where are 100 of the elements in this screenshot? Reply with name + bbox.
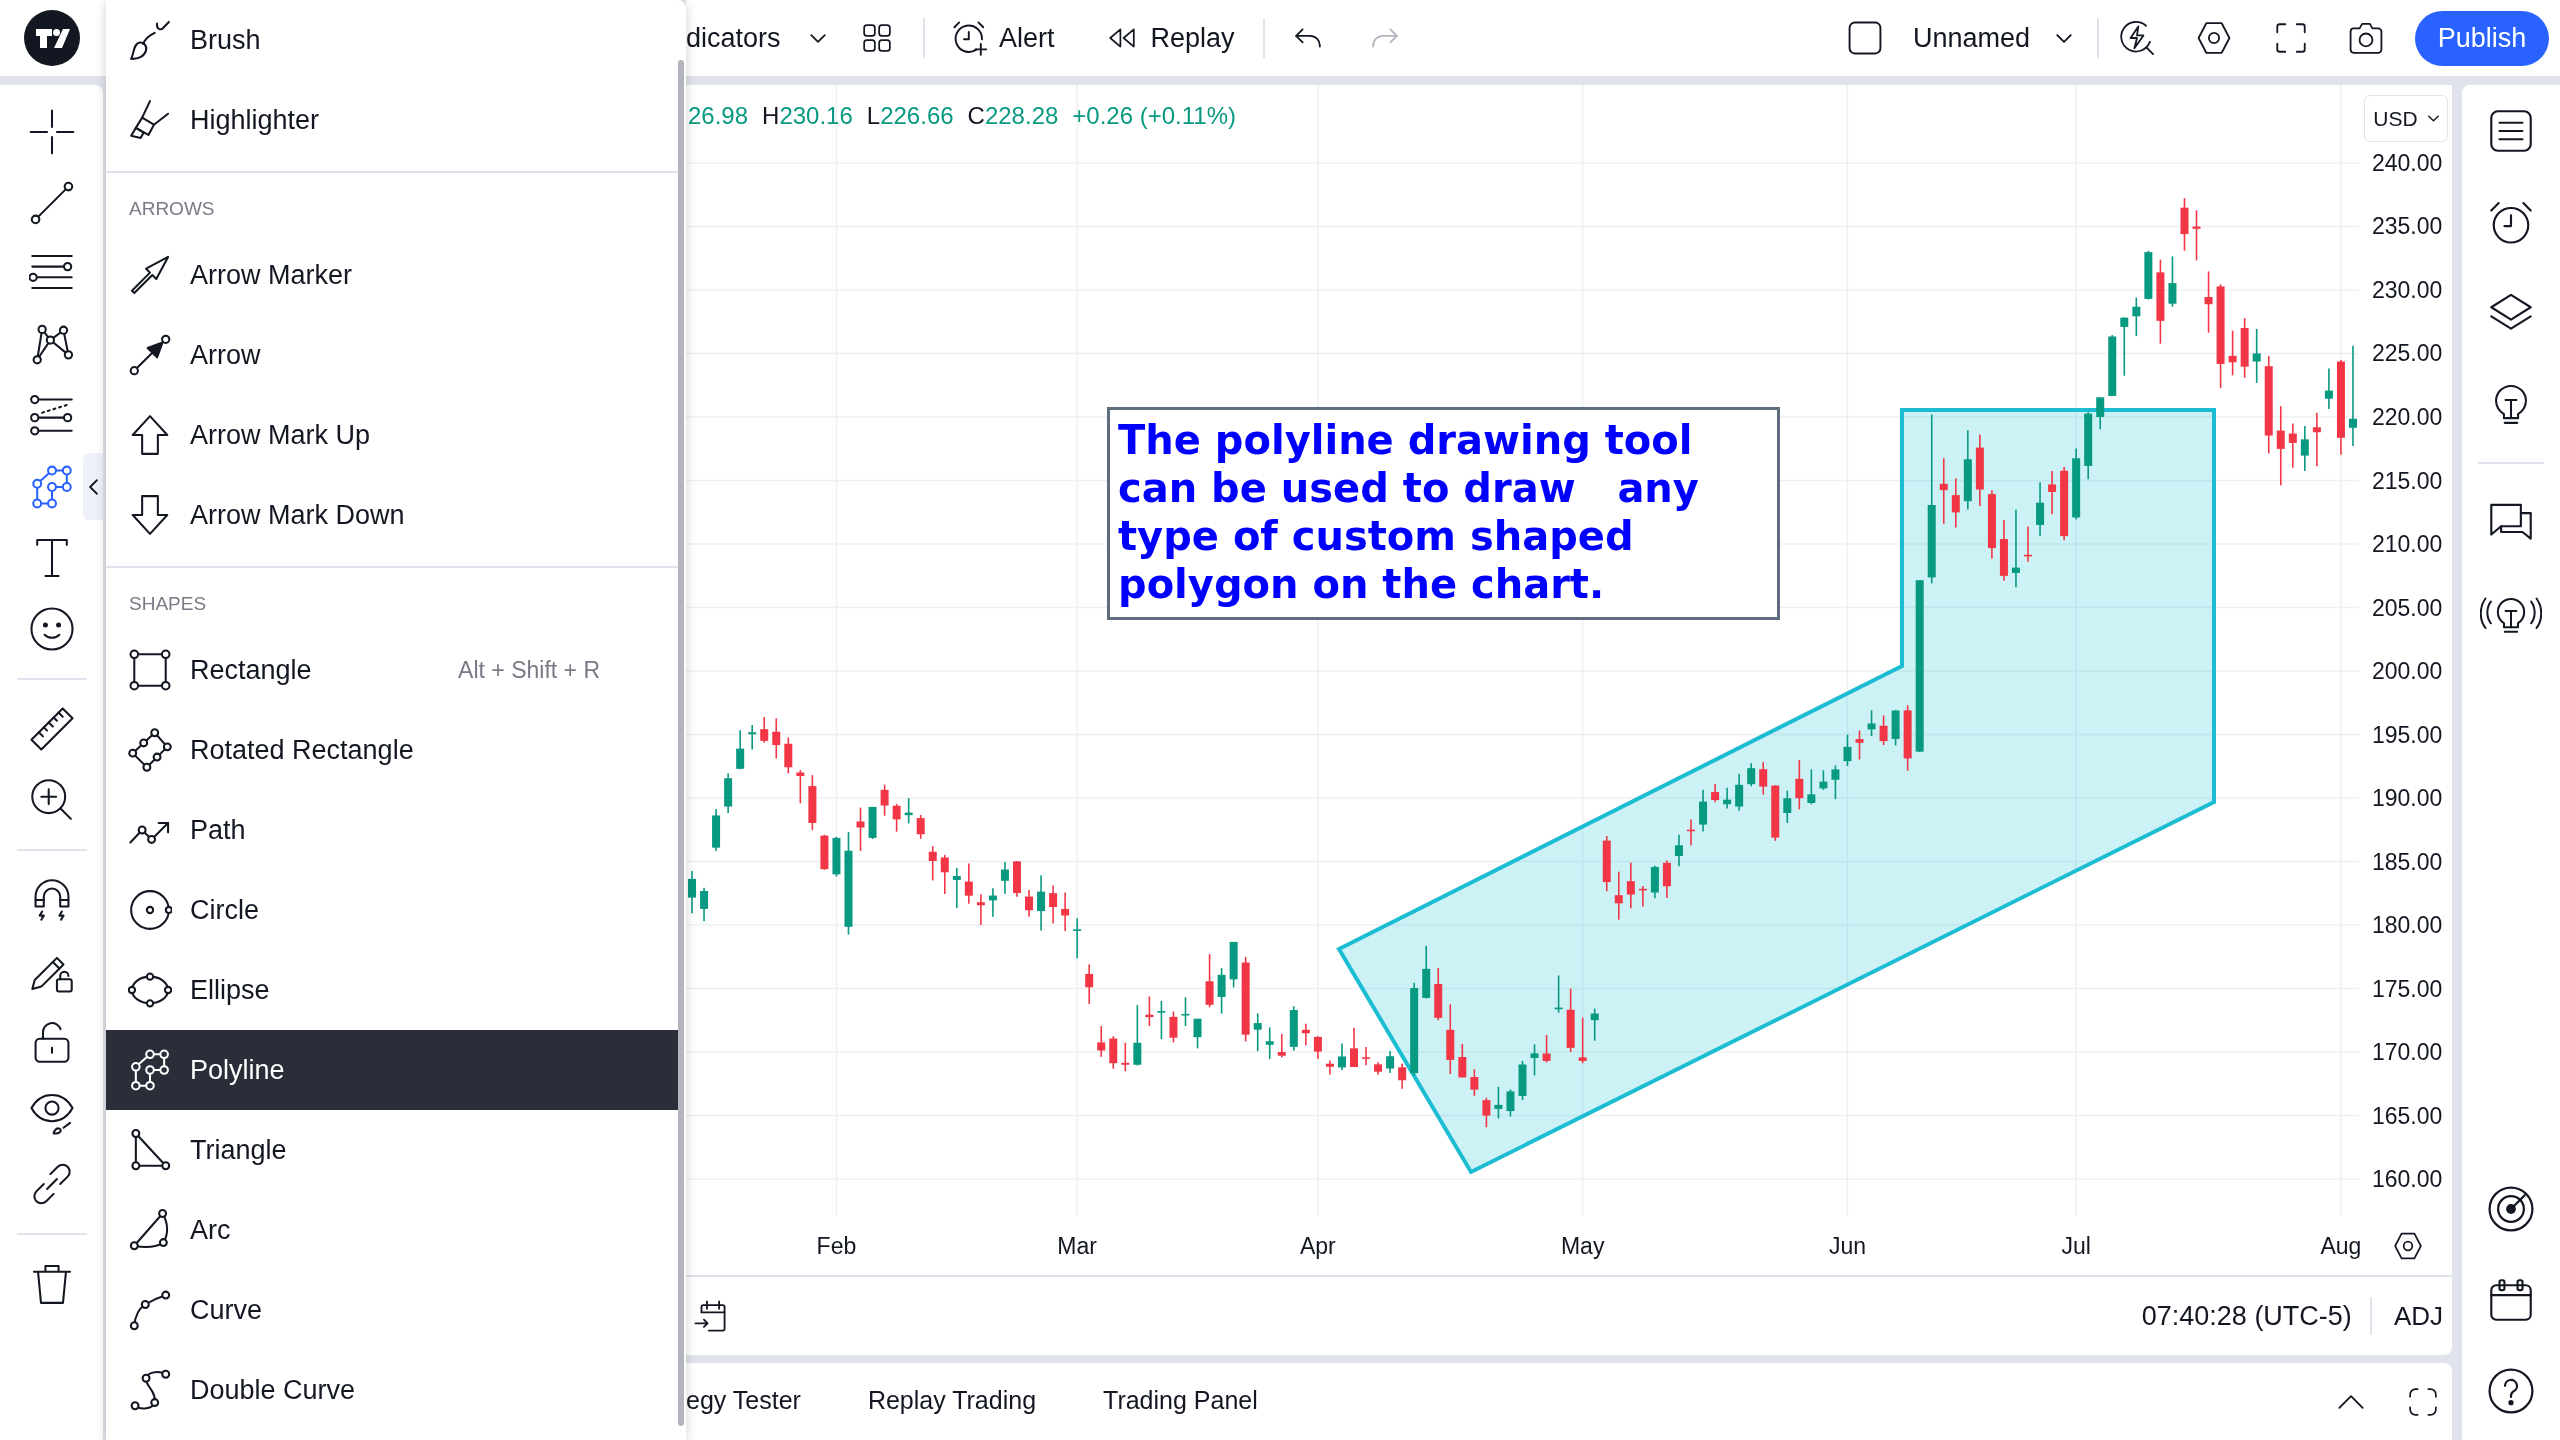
caret-down-icon: [810, 33, 826, 43]
candle: [1855, 729, 1864, 761]
double-curve-icon: [128, 1368, 172, 1412]
candle: [772, 717, 781, 760]
candle: [904, 797, 913, 825]
month-label: Jul: [2061, 1232, 2091, 1260]
candle: [1313, 1035, 1322, 1060]
candle: [1061, 891, 1070, 932]
candle: [2096, 396, 2105, 431]
ohlc-value: 226.66: [880, 102, 954, 130]
rectangle-icon: [128, 648, 172, 692]
candle: [964, 862, 973, 905]
text-note: The polyline drawing tool can be used to draw any type of custom shaped polygon on the chart.: [1107, 407, 1780, 620]
lightning-search-icon: [2119, 20, 2155, 56]
price-label: 205.00: [2372, 593, 2443, 622]
shortcut-label: Alt + Shift + R: [458, 656, 600, 685]
alert-button[interactable]: Alert: [952, 14, 1055, 62]
price-label: 160.00: [2372, 1165, 2443, 1194]
candle: [1169, 1010, 1178, 1044]
scrollbar-thumb[interactable]: [678, 60, 684, 1426]
help-icon: [2487, 1366, 2535, 1415]
candle: [1458, 1043, 1467, 1079]
candle: [1650, 865, 1659, 900]
redo-icon: [1370, 27, 1399, 49]
candle: [808, 774, 817, 831]
candle: [1109, 1035, 1118, 1070]
candle: [2036, 481, 2045, 537]
candle: [1277, 1033, 1286, 1059]
fullscreen-icon: [2275, 22, 2307, 54]
candle: [856, 806, 865, 852]
candle: [1422, 945, 1431, 1000]
layout-name-button[interactable]: Unnamed: [1846, 14, 2030, 62]
candle: [1590, 1007, 1599, 1042]
candle: [1181, 996, 1190, 1027]
candle: [1289, 1005, 1298, 1052]
grid-icon: [862, 23, 892, 53]
price-label: 170.00: [2372, 1038, 2443, 1067]
candle: [724, 772, 733, 814]
candle: [1253, 1012, 1262, 1053]
candle: [868, 806, 877, 840]
clock-label: 07:40:28 (UTC-5): [2141, 1300, 2352, 1333]
currency-dropdown[interactable]: USD: [2364, 95, 2448, 142]
price-label: 220.00: [2372, 403, 2443, 431]
zoom-in-icon: [28, 776, 75, 823]
candle: [2324, 367, 2333, 410]
candle: [2252, 328, 2261, 384]
candle: [1000, 861, 1009, 895]
price-label: 240.00: [2372, 148, 2443, 177]
price-label: 225.00: [2372, 339, 2443, 368]
candle: [1891, 709, 1900, 747]
calendar-icon: [2488, 1276, 2534, 1323]
candle: [1759, 761, 1768, 796]
undo-icon: [1293, 27, 1322, 49]
candle: [1614, 870, 1623, 921]
candle: [1867, 709, 1876, 737]
candle: [892, 803, 901, 833]
candle: [1783, 789, 1792, 824]
ohlc-value: 26.98: [688, 102, 749, 130]
adj-button[interactable]: ADJ: [2391, 1294, 2445, 1338]
candle: [2144, 250, 2153, 301]
candle: [2132, 296, 2141, 337]
menu-item[interactable]: Polyline: [106, 1030, 678, 1110]
logo[interactable]: [23, 10, 80, 66]
panel-tab[interactable]: Replay Trading: [867, 1376, 1037, 1427]
candle: [1434, 967, 1443, 1022]
candle: [2084, 411, 2093, 481]
publish-button[interactable]: Publish: [2415, 10, 2549, 66]
price-label: 230.00: [2372, 276, 2443, 304]
ohlc-value: 228.28: [984, 102, 1059, 130]
candle: [1301, 1022, 1310, 1047]
candle: [1542, 1034, 1551, 1064]
polyline-icon: [128, 1048, 172, 1092]
price-label: 165.00: [2372, 1101, 2443, 1130]
panel-tab[interactable]: Trading Panel: [1103, 1376, 1258, 1427]
candle: [880, 783, 889, 817]
panel-tab[interactable]: egy Tester: [686, 1376, 801, 1427]
candle: [1987, 489, 1996, 560]
smiley-icon: [28, 605, 75, 652]
chevron-left-icon[interactable]: [83, 453, 103, 520]
replay-button[interactable]: Replay: [1106, 14, 1235, 62]
candle: [2024, 525, 2032, 563]
candle: [2312, 412, 2321, 468]
candle: [1662, 859, 1671, 899]
ohlc-label: H: [762, 102, 780, 130]
caret-down-icon: [2056, 33, 2072, 43]
candle: [1843, 733, 1852, 767]
candle: [1133, 1004, 1142, 1067]
month-label: May: [1560, 1232, 1605, 1260]
candle: [1325, 1059, 1334, 1076]
month-label: Aug: [2320, 1232, 2362, 1260]
candle: [2204, 270, 2213, 334]
ohlc-value: +0.26 (+0.11%): [1072, 102, 1236, 130]
calendar-arrow-icon: [693, 1299, 727, 1333]
menu-item[interactable]: Brush: [106, 0, 678, 80]
candle: [928, 845, 937, 882]
price-label: 175.00: [2372, 974, 2443, 1003]
candle: [1626, 862, 1635, 910]
candle: [1362, 1046, 1371, 1067]
candle: [1699, 788, 1708, 833]
indicators-button[interactable]: dicators: [686, 16, 786, 60]
